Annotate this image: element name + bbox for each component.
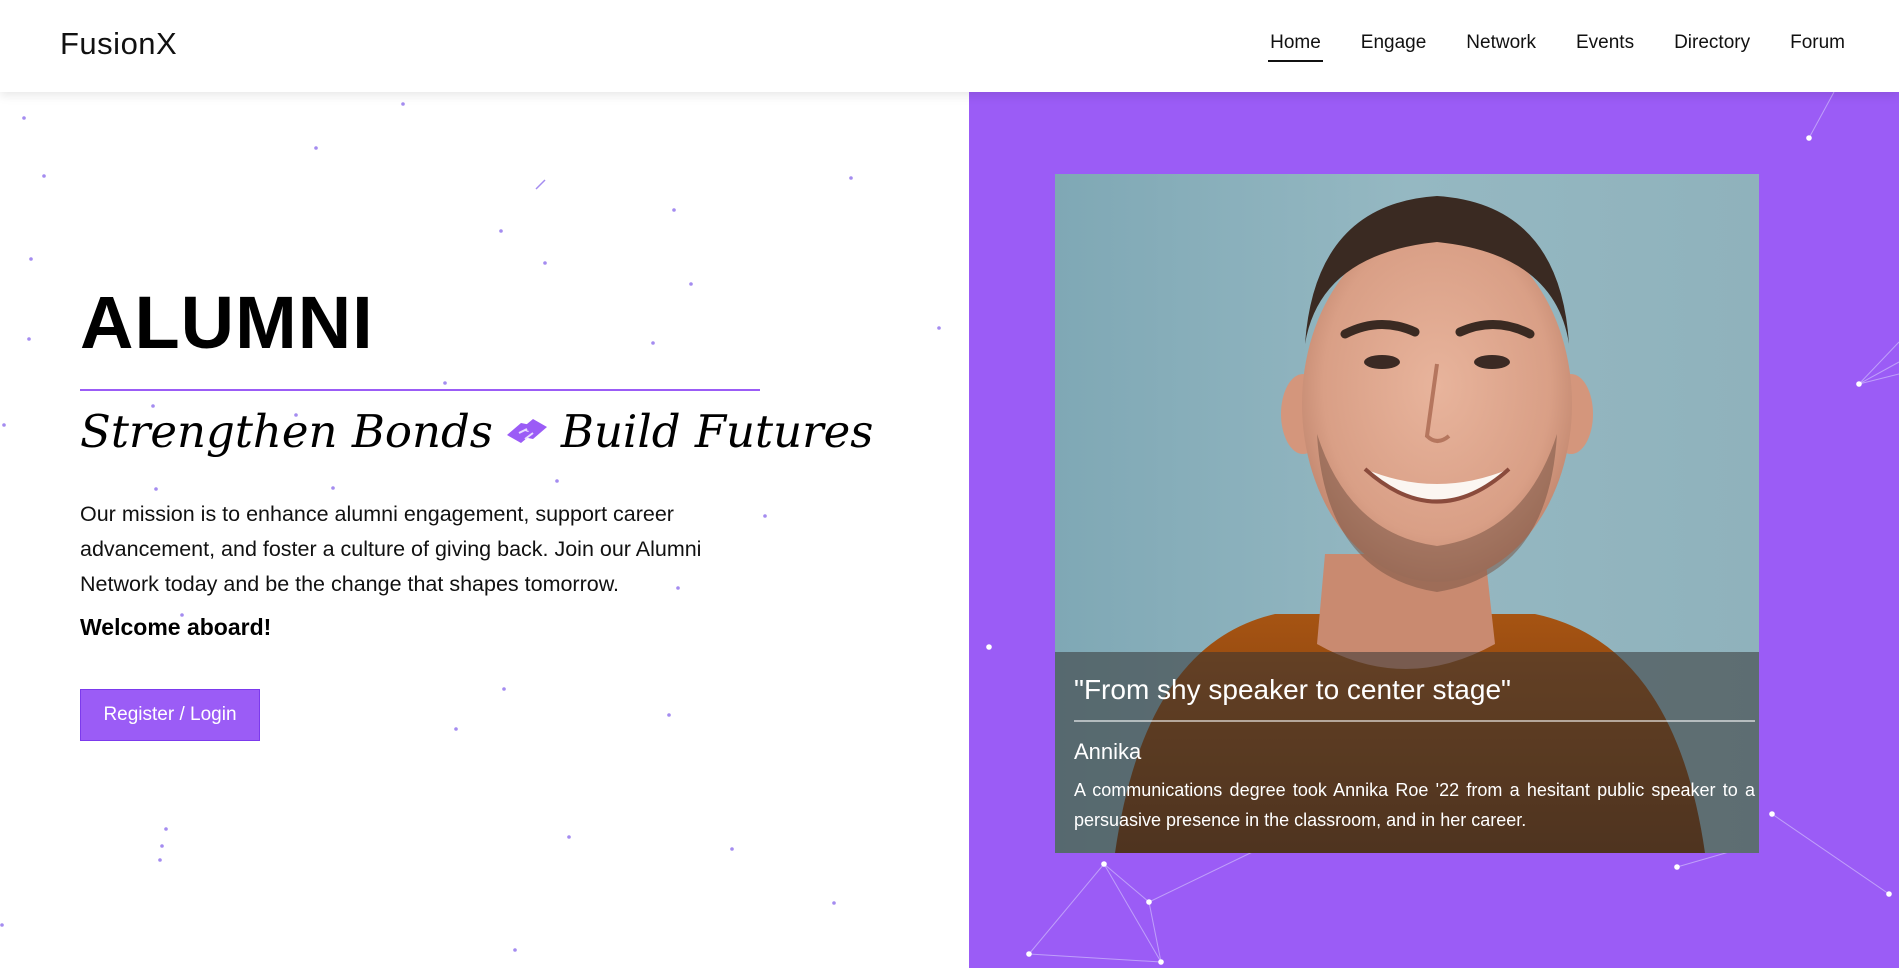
nav-forum[interactable]: Forum: [1790, 30, 1845, 62]
page: FusionX Home Engage Network Events Direc…: [0, 0, 1899, 968]
mission-text: Our mission is to enhance alumni engagem…: [80, 502, 702, 596]
tagline-left: Strengthen Bonds: [80, 405, 493, 458]
testimonial-caption: "From shy speaker to center stage" Annik…: [1055, 652, 1759, 853]
nav-engage[interactable]: Engage: [1361, 30, 1427, 62]
title-divider: [80, 389, 760, 391]
nav-directory[interactable]: Directory: [1674, 30, 1750, 62]
caption-divider: [1074, 720, 1755, 722]
register-login-button[interactable]: Register / Login: [80, 689, 260, 741]
handshake-icon: [503, 411, 551, 453]
nav-home[interactable]: Home: [1268, 30, 1323, 62]
testimonial-quote: "From shy speaker to center stage": [1074, 674, 1511, 705]
testimonial-panel: "From shy speaker to center stage" Annik…: [969, 92, 1899, 968]
welcome-text: Welcome aboard!: [80, 614, 272, 640]
top-navbar: FusionX Home Engage Network Events Direc…: [0, 0, 1899, 92]
tagline-right: Build Futures: [560, 405, 874, 458]
testimonial-card[interactable]: "From shy speaker to center stage" Annik…: [1055, 174, 1759, 853]
nav-events[interactable]: Events: [1576, 30, 1634, 62]
testimonial-name: Annika: [1074, 739, 1142, 764]
testimonial-text: A communications degree took Annika Roe …: [1074, 780, 1755, 830]
hero-title: ALUMNI: [80, 281, 374, 364]
nav-network[interactable]: Network: [1466, 30, 1536, 62]
brand-logo[interactable]: FusionX: [60, 26, 177, 62]
main-nav: Home Engage Network Events Directory For…: [1230, 30, 1845, 62]
hero-tagline: Strengthen Bonds Build Futures: [80, 405, 873, 458]
